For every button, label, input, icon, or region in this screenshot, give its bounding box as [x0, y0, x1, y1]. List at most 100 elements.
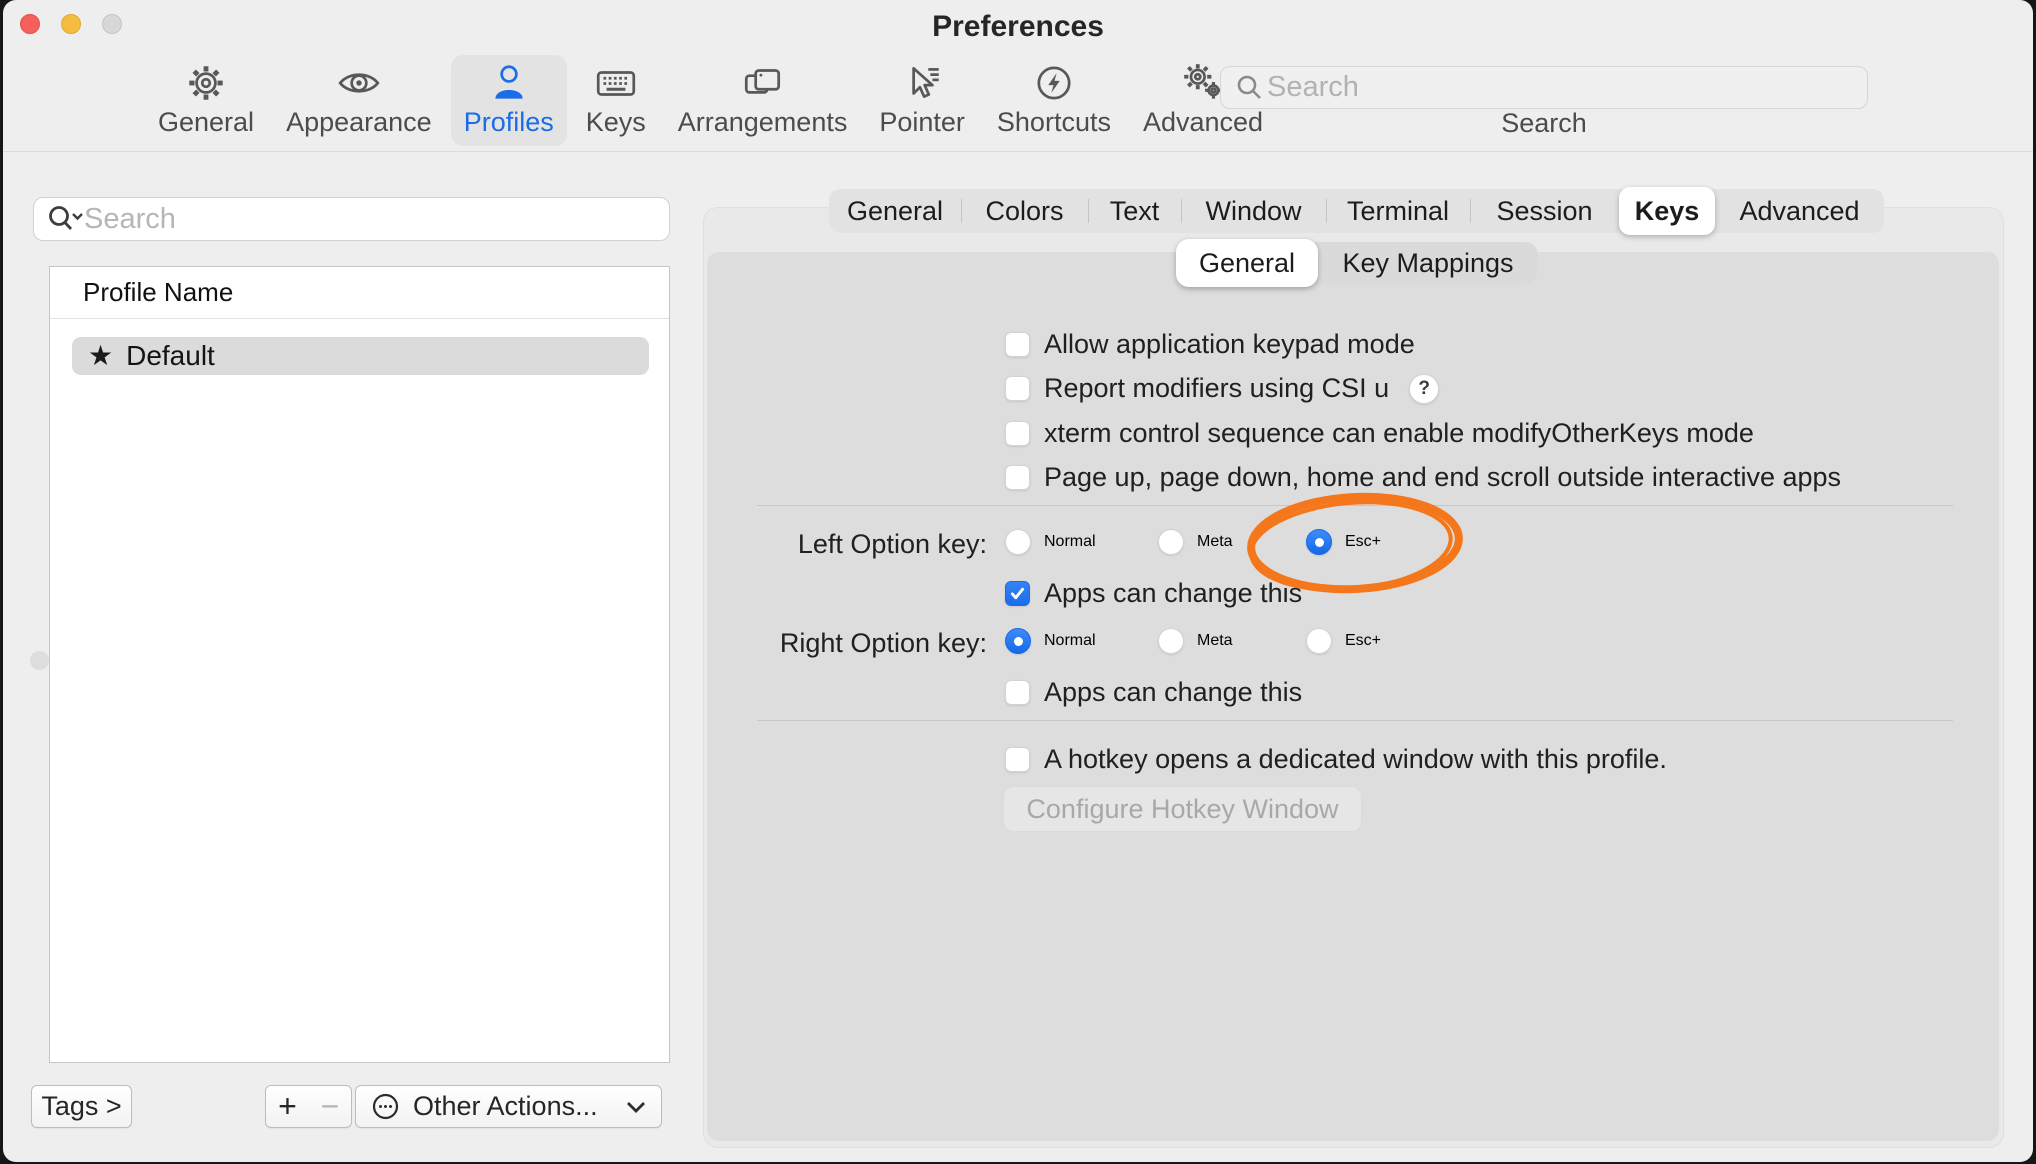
profile-row-default[interactable]: ★ Default: [72, 337, 649, 375]
eye-icon: [336, 60, 382, 106]
radio-esc-selected[interactable]: [1306, 529, 1332, 555]
right-option-esc[interactable]: Esc+: [1306, 628, 1381, 654]
preferences-toolbar: General Appearance Profiles Keys Arrange…: [145, 55, 1276, 146]
radio-label: Meta: [1197, 533, 1233, 551]
checkbox-row-csi-u: Report modifiers using CSI u ?: [1005, 373, 1439, 404]
tab-general[interactable]: General: [829, 189, 961, 233]
add-profile-button[interactable]: +: [265, 1085, 310, 1128]
toolbar-item-label: Keys: [586, 107, 646, 138]
radio-normal-selected[interactable]: [1005, 628, 1031, 654]
checkbox-row-xterm: xterm control sequence can enable modify…: [1005, 418, 1754, 449]
lightning-icon: [1031, 60, 1077, 106]
separator: [757, 720, 1953, 721]
right-option-meta[interactable]: Meta: [1158, 628, 1233, 654]
toolbar-item-label: Profiles: [464, 107, 554, 138]
checkbox-row-keypad: Allow application keypad mode: [1005, 329, 1415, 360]
left-apps-change-row: Apps can change this: [1005, 578, 1302, 609]
gear-icon: [183, 60, 229, 106]
profile-settings-tabs: General Colors Text Window Terminal Sess…: [829, 189, 1884, 233]
subtab-general[interactable]: General: [1176, 239, 1318, 287]
windows-icon: [740, 60, 786, 106]
ellipsis-circle-icon: [370, 1091, 401, 1122]
toolbar-search-field[interactable]: [1220, 66, 1868, 109]
radio-label: Esc+: [1345, 533, 1381, 551]
checkbox-label: Report modifiers using CSI u: [1044, 373, 1389, 404]
right-apps-change-checkbox[interactable]: [1005, 680, 1030, 705]
tab-window[interactable]: Window: [1181, 189, 1326, 233]
tab-session[interactable]: Session: [1470, 189, 1619, 233]
toolbar-item-pointer[interactable]: Pointer: [866, 55, 978, 146]
default-star-icon: ★: [88, 342, 113, 370]
radio-esc[interactable]: [1306, 628, 1332, 654]
window-title: Preferences: [3, 10, 2033, 44]
toolbar-item-label: Pointer: [879, 107, 965, 138]
checkbox-label: xterm control sequence can enable modify…: [1044, 418, 1754, 449]
profile-search-input[interactable]: [84, 203, 659, 236]
keyboard-icon: [593, 60, 639, 106]
toolbar-item-label: Appearance: [286, 107, 432, 138]
modify-other-keys-checkbox[interactable]: [1005, 421, 1030, 446]
tab-colors[interactable]: Colors: [961, 189, 1088, 233]
toolbar-item-appearance[interactable]: Appearance: [273, 55, 445, 146]
hotkey-row: A hotkey opens a dedicated window with t…: [1005, 744, 1667, 775]
keypad-mode-checkbox[interactable]: [1005, 332, 1030, 357]
toolbar-item-shortcuts[interactable]: Shortcuts: [984, 55, 1124, 146]
radio-label: Esc+: [1345, 632, 1381, 650]
help-button[interactable]: ?: [1409, 374, 1439, 404]
splitter-handle-dot: [30, 651, 49, 670]
radio-label: Meta: [1197, 632, 1233, 650]
person-icon: [486, 60, 532, 106]
tab-terminal[interactable]: Terminal: [1326, 189, 1470, 233]
radio-label: Normal: [1044, 533, 1096, 551]
left-option-esc[interactable]: Esc+: [1306, 529, 1381, 555]
keys-subtabs: General Key Mappings: [1176, 242, 1538, 284]
toolbar-search-caption: Search: [1220, 108, 1868, 139]
profile-list: Profile Name ★ Default: [49, 266, 670, 1063]
toolbar-item-label: Shortcuts: [997, 107, 1111, 138]
csi-u-checkbox[interactable]: [1005, 376, 1030, 401]
toolbar-divider: [3, 151, 2033, 152]
radio-label: Normal: [1044, 632, 1096, 650]
cursor-icon: [899, 60, 945, 106]
right-option-normal[interactable]: Normal: [1005, 628, 1096, 654]
tab-text[interactable]: Text: [1088, 189, 1181, 233]
search-icon: [1233, 71, 1267, 105]
checkbox-label: A hotkey opens a dedicated window with t…: [1044, 744, 1667, 775]
toolbar-item-arrangements[interactable]: Arrangements: [665, 55, 861, 146]
toolbar-search-input[interactable]: [1267, 71, 1855, 104]
checkbox-label: Apps can change this: [1044, 578, 1302, 609]
left-option-meta[interactable]: Meta: [1158, 529, 1233, 555]
chevron-down-icon: [625, 1100, 647, 1114]
radio-meta[interactable]: [1158, 529, 1184, 555]
preferences-window: Preferences General Appearance Profiles: [3, 0, 2033, 1162]
profile-list-header: Profile Name: [50, 267, 669, 319]
toolbar-item-general[interactable]: General: [145, 55, 267, 146]
checkbox-row-pageup: Page up, page down, home and end scroll …: [1005, 462, 1841, 493]
separator: [757, 505, 1953, 506]
subtab-key-mappings[interactable]: Key Mappings: [1318, 242, 1538, 284]
toolbar-item-profiles[interactable]: Profiles: [451, 55, 567, 146]
toolbar-item-label: General: [158, 107, 254, 138]
checkbox-label: Page up, page down, home and end scroll …: [1044, 462, 1841, 493]
left-option-normal[interactable]: Normal: [1005, 529, 1096, 555]
toolbar-item-label: Arrangements: [678, 107, 848, 138]
tab-advanced[interactable]: Advanced: [1715, 189, 1884, 233]
tags-button[interactable]: Tags >: [31, 1085, 132, 1128]
checkbox-label: Apps can change this: [1044, 677, 1302, 708]
other-actions-dropdown[interactable]: Other Actions...: [355, 1085, 662, 1128]
remove-profile-button[interactable]: −: [309, 1085, 352, 1128]
scroll-outside-apps-checkbox[interactable]: [1005, 465, 1030, 490]
tab-keys[interactable]: Keys: [1619, 187, 1715, 235]
toolbar-item-keys[interactable]: Keys: [573, 55, 659, 146]
left-apps-change-checkbox[interactable]: [1005, 581, 1030, 606]
radio-meta[interactable]: [1158, 628, 1184, 654]
radio-normal[interactable]: [1005, 529, 1031, 555]
profile-search-field[interactable]: [33, 197, 670, 241]
right-apps-change-row: Apps can change this: [1005, 677, 1302, 708]
other-actions-label: Other Actions...: [413, 1091, 598, 1122]
left-option-key-label: Left Option key:: [643, 529, 987, 560]
configure-hotkey-window-button[interactable]: Configure Hotkey Window: [1003, 786, 1362, 832]
checkbox-label: Allow application keypad mode: [1044, 329, 1415, 360]
titlebar: Preferences: [3, 0, 2033, 50]
hotkey-window-checkbox[interactable]: [1005, 747, 1030, 772]
